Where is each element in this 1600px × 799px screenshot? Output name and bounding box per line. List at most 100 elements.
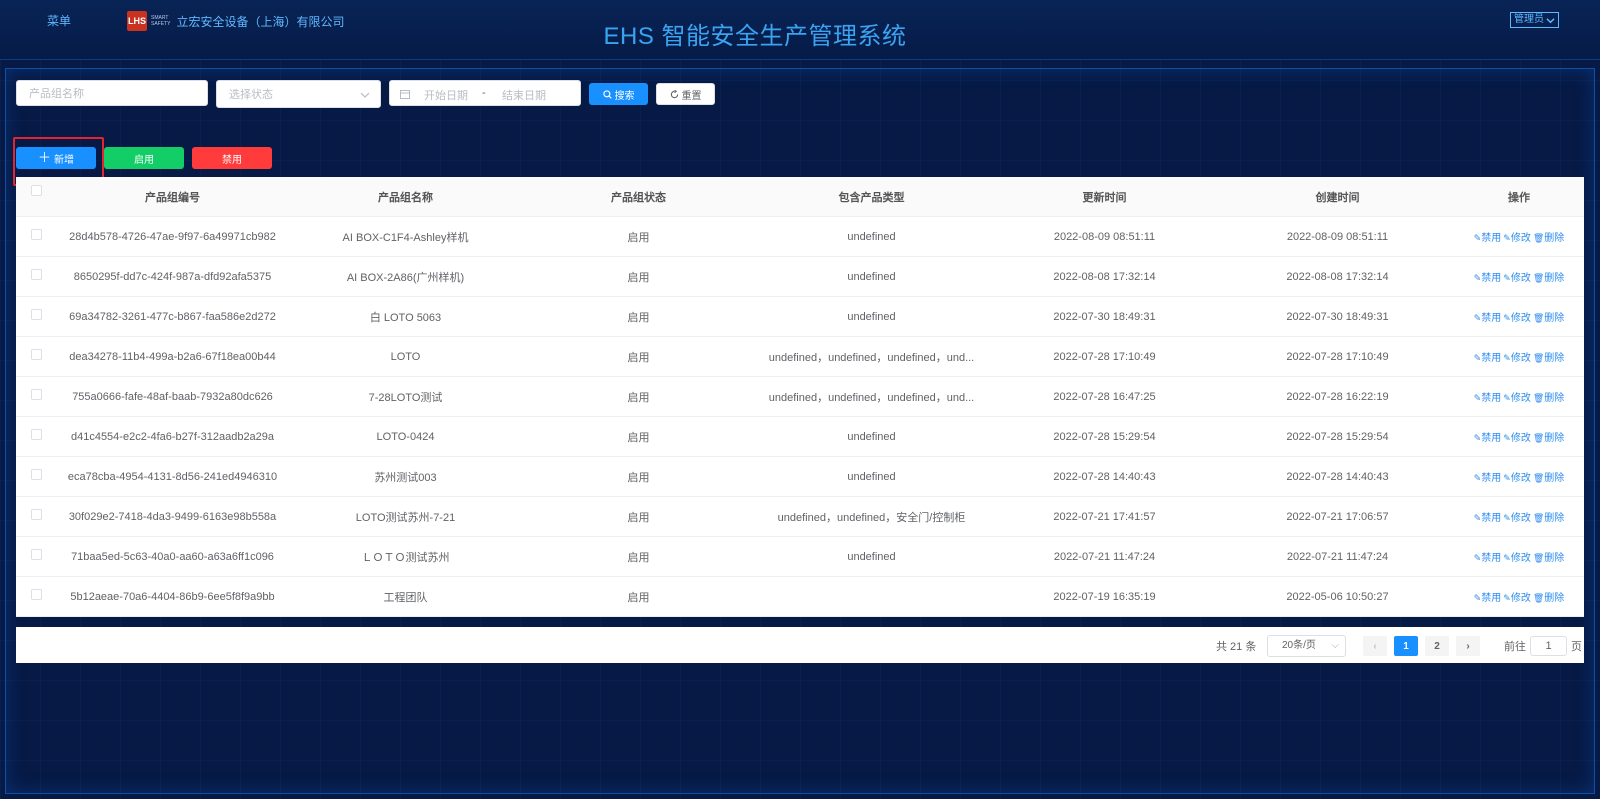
disable-action[interactable]: ✎禁用 <box>1474 589 1502 604</box>
prev-page-button[interactable]: ‹ <box>1363 636 1387 656</box>
status-placeholder: 选择状态 <box>229 89 273 101</box>
row-checkbox[interactable] <box>30 589 42 600</box>
delete-action[interactable]: 🗑删除 <box>1533 469 1564 484</box>
col-header-types[interactable]: 包含产品类型 <box>755 189 988 205</box>
delete-action[interactable]: 🗑删除 <box>1533 589 1564 604</box>
row-checkbox[interactable] <box>30 309 42 320</box>
page-size-value: 20条/页 <box>1282 640 1316 651</box>
cell-types: undefined <box>847 230 896 243</box>
row-checkbox[interactable] <box>30 269 42 280</box>
cell-updated: 2022-07-21 11:47:24 <box>1053 550 1156 563</box>
cell-types: undefined <box>847 470 896 483</box>
edit-action[interactable]: ✎修改 <box>1503 349 1531 364</box>
delete-action[interactable]: 🗑删除 <box>1533 509 1564 524</box>
refresh-icon <box>670 89 678 98</box>
cell-types: undefined <box>847 550 896 563</box>
edit-action[interactable]: ✎修改 <box>1503 589 1531 604</box>
delete-action[interactable]: 🗑删除 <box>1533 389 1564 404</box>
cell-types: undefined，undefined，undefined，und... <box>768 351 975 364</box>
col-header-updated[interactable]: 更新时间 <box>988 189 1221 205</box>
start-date-placeholder[interactable]: 开始日期 <box>424 87 468 103</box>
delete-action-label: 删除 <box>1544 513 1565 524</box>
page-2-button[interactable]: 2 <box>1425 636 1449 656</box>
enable-button[interactable]: 启用 <box>104 147 184 169</box>
edit-icon: ✎ <box>1503 553 1511 563</box>
cell-created: 2022-07-28 14:40:43 <box>1286 470 1389 483</box>
table-row: 71baa5ed-5c63-40a0-aa60-a63a6ff1c096 ＬＯＴＯ… <box>16 537 1584 577</box>
delete-action[interactable]: 🗑删除 <box>1533 349 1564 364</box>
disable-button[interactable]: 禁用 <box>192 147 272 169</box>
cell-updated: 2022-08-09 08:51:11 <box>1053 230 1156 243</box>
row-checkbox[interactable] <box>30 429 42 440</box>
row-actions: ✎禁用 ✎修改 🗑删除 <box>1454 349 1584 364</box>
delete-action[interactable]: 🗑删除 <box>1533 549 1564 564</box>
delete-action[interactable]: 🗑删除 <box>1533 309 1564 324</box>
delete-action[interactable]: 🗑删除 <box>1533 429 1564 444</box>
product-group-name-input[interactable]: 产品组名称 <box>16 80 208 106</box>
edit-action[interactable]: ✎修改 <box>1503 389 1531 404</box>
next-page-button[interactable]: › <box>1456 636 1480 656</box>
col-header-status[interactable]: 产品组状态 <box>522 189 755 205</box>
disable-action[interactable]: ✎禁用 <box>1474 229 1502 244</box>
row-checkbox-cell <box>16 417 56 440</box>
disable-action[interactable]: ✎禁用 <box>1474 389 1502 404</box>
top-header: 菜单 LHS SMART SAFETY 立宏安全设备（上海）有限公司 EHS 智… <box>0 0 1600 60</box>
edit-action[interactable]: ✎修改 <box>1503 429 1531 444</box>
col-header-created[interactable]: 创建时间 <box>1221 189 1454 205</box>
reset-button[interactable]: 重置 <box>656 83 715 105</box>
edit-action[interactable]: ✎修改 <box>1503 509 1531 524</box>
page-1-button[interactable]: 1 <box>1394 636 1418 656</box>
edit-action[interactable]: ✎修改 <box>1503 469 1531 484</box>
disable-action[interactable]: ✎禁用 <box>1474 429 1502 444</box>
cell-updated: 2022-07-19 16:35:19 <box>1053 590 1156 603</box>
edit-icon: ✎ <box>1503 393 1511 403</box>
col-header-id[interactable]: 产品组编号 <box>56 189 289 205</box>
cell-updated: 2022-07-28 16:47:25 <box>1053 390 1156 403</box>
cell-types: undefined，undefined，安全门/控制柜 <box>777 511 966 524</box>
cell-status: 启用 <box>627 471 650 484</box>
cell-updated: 2022-07-28 17:10:49 <box>1053 350 1156 363</box>
chevron-down-icon: ⌵ <box>1331 640 1339 651</box>
row-checkbox[interactable] <box>30 509 42 520</box>
disable-action[interactable]: ✎禁用 <box>1474 309 1502 324</box>
cell-types: undefined <box>847 270 896 283</box>
goto-page-input[interactable]: 1 <box>1530 636 1567 656</box>
row-checkbox[interactable] <box>30 549 42 560</box>
edit-action[interactable]: ✎修改 <box>1503 229 1531 244</box>
row-checkbox[interactable] <box>30 469 42 480</box>
disable-action[interactable]: ✎禁用 <box>1474 269 1502 284</box>
delete-action[interactable]: 🗑删除 <box>1533 269 1564 284</box>
end-date-placeholder[interactable]: 结束日期 <box>502 87 546 103</box>
row-checkbox[interactable] <box>30 349 42 360</box>
cell-name: AI BOX-C1F4-Ashley样机 <box>342 231 469 244</box>
trash-icon: 🗑 <box>1532 473 1545 483</box>
select-all-checkbox[interactable] <box>30 185 42 196</box>
page-size-select[interactable]: 20条/页 ⌵ <box>1267 635 1346 657</box>
disable-action[interactable]: ✎禁用 <box>1474 469 1502 484</box>
cell-status: 启用 <box>627 391 650 404</box>
search-button[interactable]: 搜索 <box>589 83 648 105</box>
delete-action[interactable]: 🗑删除 <box>1533 229 1564 244</box>
disable-action[interactable]: ✎禁用 <box>1474 349 1502 364</box>
row-checkbox[interactable] <box>30 229 42 240</box>
row-actions: ✎禁用 ✎修改 🗑删除 <box>1454 229 1584 244</box>
date-range-picker[interactable]: 开始日期 - 结束日期 <box>389 80 581 106</box>
row-checkbox-cell <box>16 577 56 600</box>
disable-action[interactable]: ✎禁用 <box>1474 509 1502 524</box>
edit-action-label: 修改 <box>1510 313 1531 324</box>
cell-updated: 2022-07-21 17:41:57 <box>1053 510 1156 523</box>
table-row: 755a0666-fafe-48af-baab-7932a80dc626 7-28… <box>16 377 1584 417</box>
trash-icon: 🗑 <box>1532 353 1545 363</box>
cell-created: 2022-07-30 18:49:31 <box>1286 310 1389 323</box>
col-header-name[interactable]: 产品组名称 <box>289 189 522 205</box>
edit-action[interactable]: ✎修改 <box>1503 549 1531 564</box>
edit-action-label: 修改 <box>1510 353 1531 364</box>
status-select[interactable]: 选择状态 <box>216 80 381 108</box>
admin-dropdown[interactable]: 管理员 <box>1510 12 1559 28</box>
edit-action[interactable]: ✎修改 <box>1503 309 1531 324</box>
cell-types: undefined <box>847 430 896 443</box>
disable-action-label: 禁用 <box>1481 513 1502 524</box>
disable-action[interactable]: ✎禁用 <box>1474 549 1502 564</box>
edit-action[interactable]: ✎修改 <box>1503 269 1531 284</box>
row-checkbox[interactable] <box>30 389 42 400</box>
